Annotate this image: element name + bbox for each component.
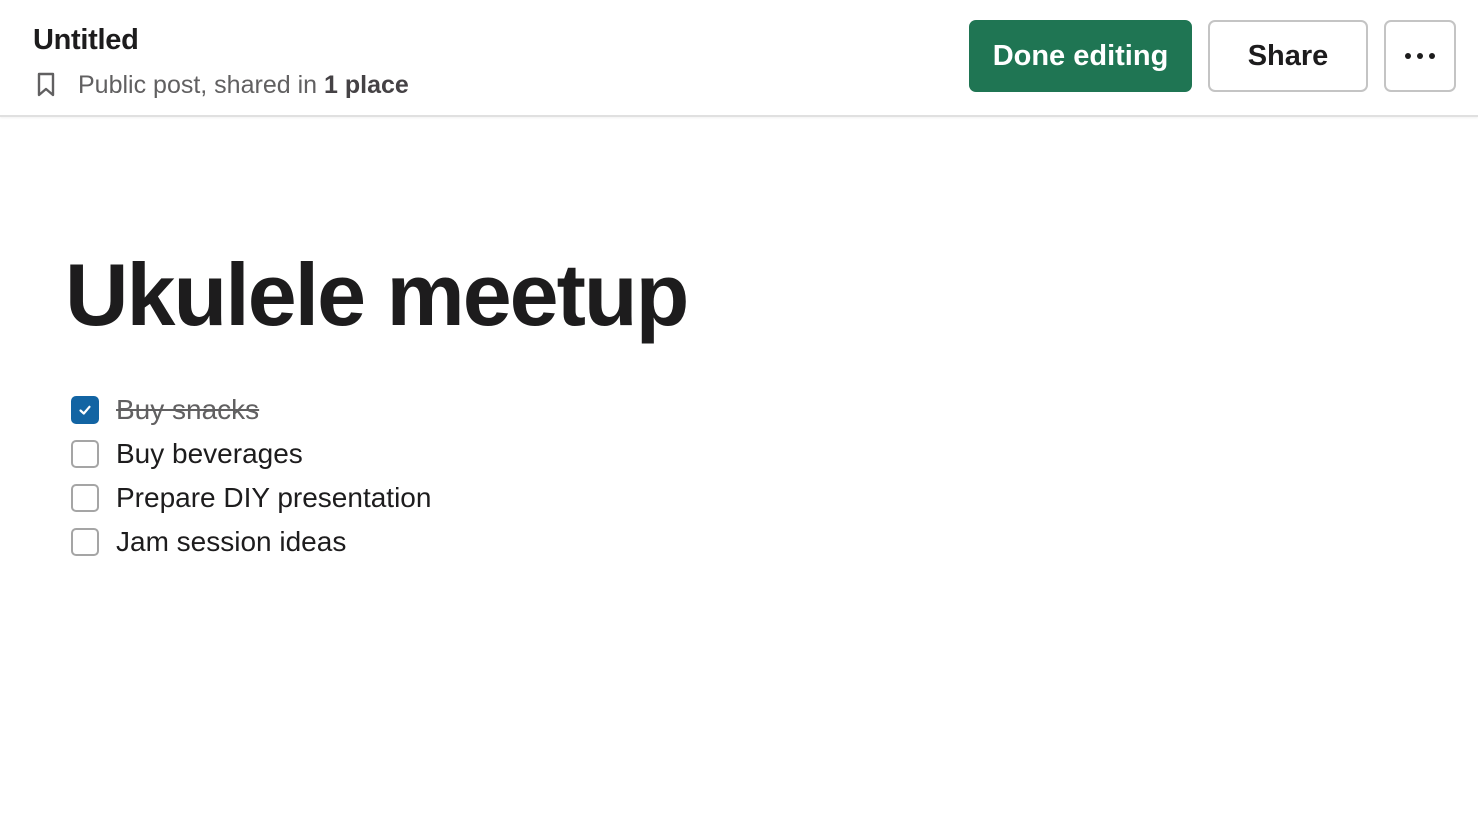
checklist-item-label[interactable]: Prepare DIY presentation xyxy=(116,482,431,514)
checklist-item: Prepare DIY presentation xyxy=(71,476,431,520)
share-button[interactable]: Share xyxy=(1208,20,1368,92)
shared-places-link[interactable]: 1 place xyxy=(324,71,409,100)
done-editing-button[interactable]: Done editing xyxy=(969,20,1192,92)
checklist-item: Buy beverages xyxy=(71,432,431,476)
checkmark-icon xyxy=(79,405,91,415)
checklist: Buy snacks Buy beverages Prepare DIY pre… xyxy=(71,388,431,564)
checklist-item-label[interactable]: Buy snacks xyxy=(116,394,259,426)
checkbox-checked[interactable] xyxy=(71,396,99,424)
checkbox[interactable] xyxy=(71,528,99,556)
checklist-item: Buy snacks xyxy=(71,388,431,432)
post-title[interactable]: Untitled xyxy=(33,24,139,57)
more-actions-button[interactable] xyxy=(1384,20,1456,92)
post-visibility[interactable]: Public post, shared in 1 place xyxy=(36,70,409,100)
document-heading[interactable]: Ukulele meetup xyxy=(65,240,689,350)
checklist-item-label[interactable]: Buy beverages xyxy=(116,438,303,470)
bookmark-icon xyxy=(36,72,56,98)
visibility-text: Public post, shared in xyxy=(78,70,318,99)
checklist-item-label[interactable]: Jam session ideas xyxy=(116,526,346,558)
more-icon xyxy=(1405,53,1435,59)
checkbox[interactable] xyxy=(71,440,99,468)
checkbox[interactable] xyxy=(71,484,99,512)
post-header: Untitled Public post, shared in 1 place … xyxy=(0,0,1478,117)
checklist-item: Jam session ideas xyxy=(71,520,431,564)
